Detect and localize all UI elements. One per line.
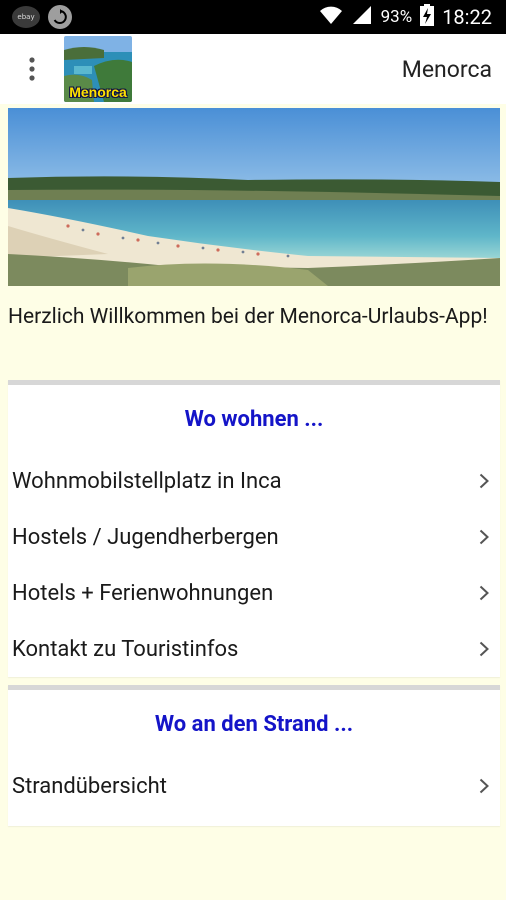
chevron-right-icon xyxy=(476,527,492,547)
battery-charging-icon xyxy=(420,3,435,31)
app-logo-label: Menorca xyxy=(69,84,127,100)
chevron-right-icon xyxy=(476,583,492,603)
section-header: Wo wohnen ... xyxy=(184,406,324,432)
list-item[interactable]: Hotels + Ferienwohnungen xyxy=(8,565,500,621)
app-logo: Menorca xyxy=(64,36,132,102)
app-bar: Menorca Menorca xyxy=(0,34,506,104)
sync-icon xyxy=(48,5,72,29)
card-bottom-padding xyxy=(8,814,500,826)
wifi-icon xyxy=(319,5,343,30)
clock: 18:22 xyxy=(442,5,492,29)
overflow-menu-icon[interactable] xyxy=(0,34,64,104)
list-item[interactable]: Kontakt zu Touristinfos xyxy=(8,621,500,677)
hero-beach-image xyxy=(8,108,500,286)
signal-icon xyxy=(351,5,373,30)
section-card-wohnen: Wo wohnen ... Wohnmobilstellplatz in Inc… xyxy=(8,380,500,677)
chevron-right-icon xyxy=(476,639,492,659)
section-card-strand: Wo an den Strand ... Strandübersicht xyxy=(8,685,500,826)
list-item[interactable]: Strandübersicht xyxy=(8,758,500,814)
list-item-label: Hotels + Ferienwohnungen xyxy=(12,580,274,606)
list-item[interactable]: Hostels / Jugendherbergen xyxy=(8,509,500,565)
list-item[interactable]: Wohnmobilstellplatz in Inca xyxy=(8,453,500,509)
status-bar: ebay 93% 18:22 xyxy=(0,0,506,34)
list-item-label: Wohnmobilstellplatz in Inca xyxy=(12,468,282,494)
section-header: Wo an den Strand ... xyxy=(154,711,354,737)
list-item-label: Strandübersicht xyxy=(12,773,167,799)
list-item-label: Kontakt zu Touristinfos xyxy=(12,636,239,662)
chevron-right-icon xyxy=(476,776,492,796)
list-item-label: Hostels / Jugendherbergen xyxy=(12,524,279,550)
ebay-notification-icon: ebay xyxy=(12,6,40,28)
welcome-text: Herzlich Willkommen bei der Menorca-Urla… xyxy=(8,305,488,329)
battery-percent: 93% xyxy=(380,7,413,27)
app-title: Menorca xyxy=(401,55,492,83)
chevron-right-icon xyxy=(476,471,492,491)
